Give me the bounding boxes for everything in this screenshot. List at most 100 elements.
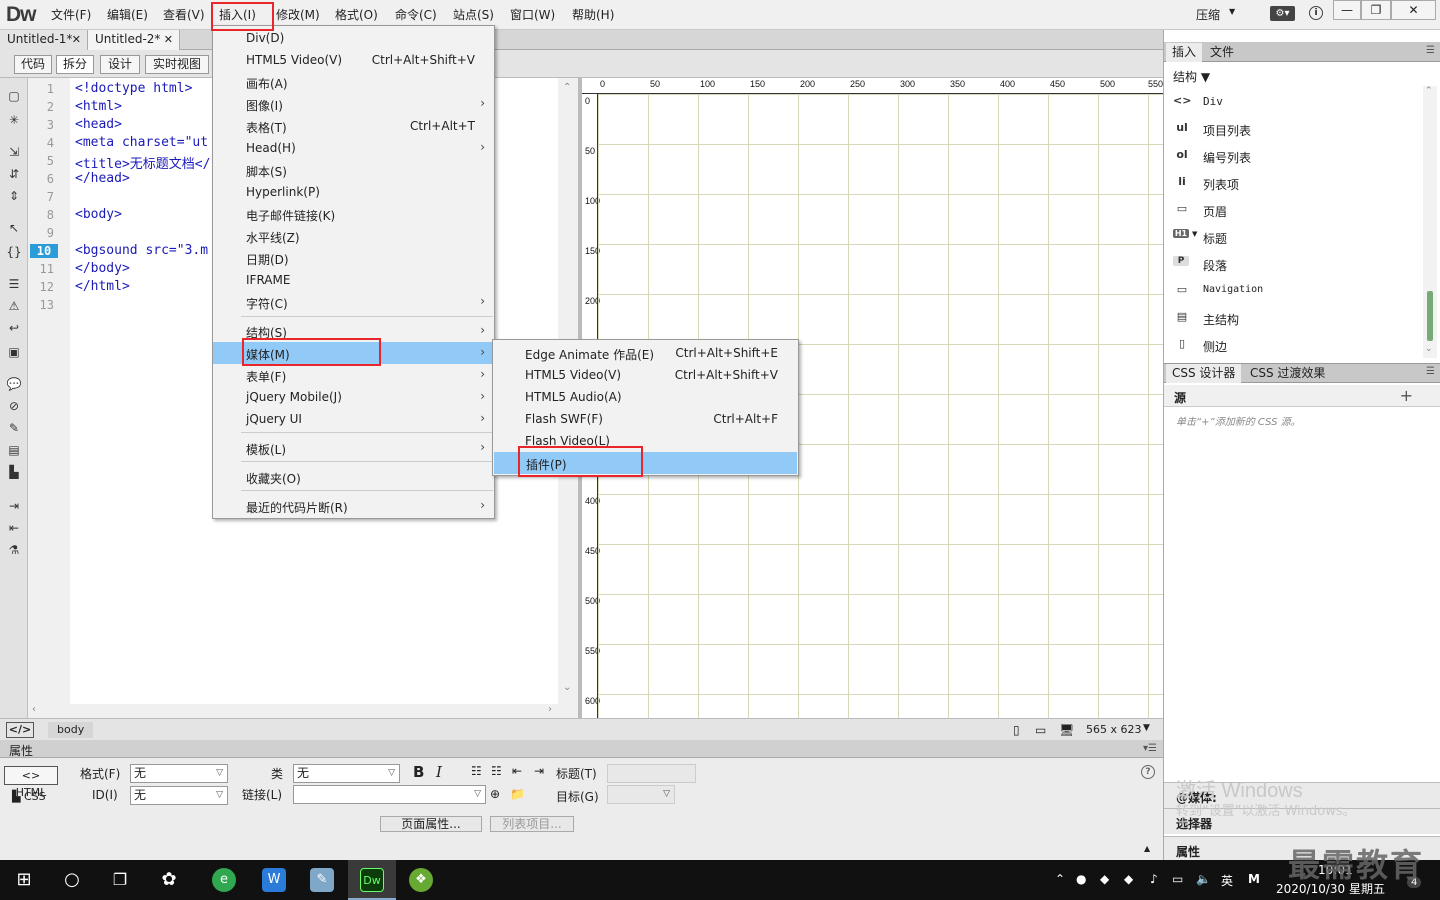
menu-item-table[interactable]: 表格(T) Ctrl+Alt+T xyxy=(213,115,494,137)
menu-item-edge-animate[interactable]: Edge Animate 作品(E) Ctrl+Alt+Shift+E xyxy=(493,342,798,364)
menu-item-html5-audio[interactable]: HTML5 Audio(A) xyxy=(493,386,798,408)
menu-item-jquery-ui[interactable]: jQuery UI › xyxy=(213,408,494,430)
menu-item-character[interactable]: 字符(C) › xyxy=(213,291,494,313)
wrap-tag-icon[interactable]: ✎ xyxy=(6,420,22,436)
info-icon[interactable]: i xyxy=(1309,6,1323,20)
chevron-down-icon[interactable]: ▼ xyxy=(1143,723,1150,733)
insert-heading[interactable]: H1 ▼ 标题 xyxy=(1164,223,1424,250)
chevron-down-icon[interactable]: ▼ xyxy=(1229,7,1235,16)
add-source-icon[interactable]: + xyxy=(1400,386,1413,405)
mobile-size-icon[interactable]: ▯ xyxy=(1013,723,1020,737)
menu-item-form[interactable]: 表单(F) › xyxy=(213,364,494,386)
bell-icon[interactable]: ♪ xyxy=(1150,872,1158,886)
scroll-left-icon[interactable]: ‹ xyxy=(32,704,36,715)
menu-item-jquery-mobile[interactable]: jQuery Mobile(J) › xyxy=(213,386,494,408)
ime-indicator[interactable]: 英 xyxy=(1221,872,1233,889)
code-horizontal-scrollbar[interactable]: ‹ › xyxy=(28,704,558,718)
chevron-down-icon[interactable]: ▼ xyxy=(1192,230,1197,238)
dreamweaver-icon[interactable]: Dw xyxy=(360,868,384,892)
menu-edit[interactable]: 编辑(E) xyxy=(105,6,150,23)
code-line[interactable]: </html> xyxy=(75,279,130,294)
id-select[interactable]: 无 ▽ xyxy=(130,786,228,805)
code-line[interactable]: </body> xyxy=(75,261,130,276)
menu-item-hyperlink[interactable]: Hyperlink(P) xyxy=(213,181,494,203)
outdent-icon[interactable]: ⇤ xyxy=(6,520,22,536)
menu-item-template[interactable]: 模板(L) › xyxy=(213,437,494,459)
network-icon[interactable]: ▭ xyxy=(1172,872,1183,886)
code-line[interactable]: <!doctype html> xyxy=(75,81,192,96)
line-numbers-icon[interactable]: ☰ xyxy=(6,276,22,292)
page-properties-button[interactable]: 页面属性... xyxy=(380,816,482,832)
workspace-switcher[interactable]: 压缩 xyxy=(1196,6,1220,23)
collapse-selection-icon[interactable]: ⇵ xyxy=(6,166,22,182)
collapse-tag-icon[interactable]: ⇲ xyxy=(6,144,22,160)
search-icon[interactable]: ○ xyxy=(60,868,84,892)
scroll-up-icon[interactable]: ⌃ xyxy=(1425,86,1433,96)
menu-item-script[interactable]: 脚本(S) xyxy=(213,159,494,181)
code-line[interactable]: <bgsound src="3.m xyxy=(75,243,208,258)
task-view-icon[interactable]: ❐ xyxy=(108,868,132,892)
indent-icon[interactable]: ⇥ xyxy=(534,764,544,778)
menu-window[interactable]: 窗口(W) xyxy=(508,6,557,23)
menu-file[interactable]: 文件(F) xyxy=(49,6,93,23)
minimize-button[interactable]: — xyxy=(1333,0,1361,20)
tray-expand-icon[interactable]: ⌃ xyxy=(1055,872,1065,886)
highlight-invalid-icon[interactable]: ⚠ xyxy=(6,298,22,314)
close-icon[interactable]: ✕ xyxy=(164,30,173,49)
format-select[interactable]: 无 ▽ xyxy=(130,764,228,783)
target-select[interactable]: ▽ xyxy=(607,785,675,804)
syntax-coloring-icon[interactable]: ▣ xyxy=(6,344,22,360)
recent-snippets-icon[interactable]: ▤ xyxy=(6,442,22,458)
class-select[interactable]: 无 ▽ xyxy=(293,764,400,783)
close-button[interactable]: ✕ xyxy=(1391,0,1436,20)
desktop-size-icon[interactable]: 🖥 xyxy=(1059,723,1074,737)
move-css-icon[interactable]: ▙ xyxy=(6,464,22,480)
insert-paragraph[interactable]: P 段落 xyxy=(1164,250,1424,277)
code-line[interactable]: <head> xyxy=(75,117,122,132)
indent-icon[interactable]: ⇥ xyxy=(6,498,22,514)
folder-icon[interactable]: 📁 xyxy=(510,787,525,801)
balance-braces-icon[interactable]: {} xyxy=(6,244,22,260)
list-item-button[interactable]: 列表项目... xyxy=(490,816,574,832)
scroll-thumb[interactable] xyxy=(1427,291,1433,341)
insert-header[interactable]: ▭ 页眉 xyxy=(1164,196,1424,223)
menu-item-recent-snippets[interactable]: 最近的代码片断(R) › xyxy=(213,495,494,517)
insert-panel-scrollbar[interactable]: ⌃ ⌄ xyxy=(1423,86,1437,358)
window-size-readout[interactable]: 565 x 623 xyxy=(1086,723,1142,736)
insert-navigation[interactable]: ▭ Navigation xyxy=(1164,277,1424,304)
menu-view[interactable]: 查看(V) xyxy=(161,6,207,23)
format-source-icon[interactable]: ⚗ xyxy=(6,542,22,558)
restore-button[interactable]: ❐ xyxy=(1361,0,1391,20)
menu-item-date[interactable]: 日期(D) xyxy=(213,247,494,269)
tab-insert[interactable]: 插入 xyxy=(1166,43,1203,62)
menu-item-flash-swf[interactable]: Flash SWF(F) Ctrl+Alt+F xyxy=(493,408,798,430)
css-mode-button[interactable]: ▙ CSS xyxy=(12,790,46,803)
panel-menu-icon[interactable]: ☰ xyxy=(1426,45,1435,56)
m-icon[interactable]: M xyxy=(1248,872,1260,886)
italic-button[interactable]: I xyxy=(436,763,442,781)
menu-item-favorites[interactable]: 收藏夹(O) xyxy=(213,466,494,488)
live-view-button[interactable]: 实时视图 xyxy=(145,55,209,74)
tab-files[interactable]: 文件 xyxy=(1204,43,1240,62)
menu-item-horizontal-rule[interactable]: 水平线(Z) xyxy=(213,225,494,247)
title-input[interactable] xyxy=(607,764,696,783)
unordered-list-icon[interactable]: ☷ xyxy=(471,764,482,778)
scroll-up-icon[interactable]: ⌃ xyxy=(563,82,571,93)
code-line[interactable]: </head> xyxy=(75,171,130,186)
panel-menu-icon[interactable]: ☰ xyxy=(1426,366,1435,377)
code-line[interactable]: <meta charset="ut xyxy=(75,135,208,150)
tab-untitled-2[interactable]: Untitled-2* ✕ xyxy=(88,30,180,50)
qq-icon[interactable]: ◆ xyxy=(1124,872,1133,886)
tab-css-designer[interactable]: CSS 设计器 xyxy=(1166,364,1242,383)
insert-div[interactable]: <> Div xyxy=(1164,88,1424,115)
insert-aside[interactable]: ▯ 侧边 xyxy=(1164,331,1424,358)
menu-commands[interactable]: 命令(C) xyxy=(393,6,439,23)
scroll-down-icon[interactable]: ⌄ xyxy=(563,682,571,693)
panel-menu-icon[interactable]: ▾☰ xyxy=(1143,743,1157,754)
insert-list-item[interactable]: li 列表项 xyxy=(1164,169,1424,196)
menu-item-email-link[interactable]: 电子邮件链接(K) xyxy=(213,203,494,225)
menu-item-image[interactable]: 图像(I) › xyxy=(213,93,494,115)
code-line[interactable]: <title>无标题文档</ xyxy=(75,153,210,172)
menu-item-head[interactable]: Head(H) › xyxy=(213,137,494,159)
insert-category-select[interactable]: 结构 ▼ xyxy=(1173,68,1210,85)
